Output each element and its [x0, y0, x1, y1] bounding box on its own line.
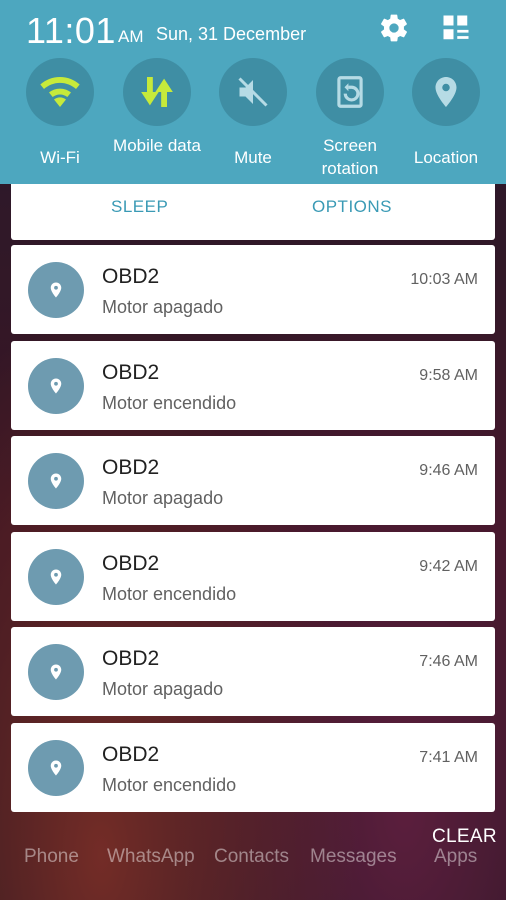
toggle-mobile-data-label: Mobile data	[113, 136, 201, 155]
notification-time: 7:46 AM	[419, 653, 478, 670]
dock-app-whatsapp[interactable]: WhatsApp	[107, 846, 195, 868]
edit-grid-icon[interactable]	[438, 10, 474, 46]
notification-title: OBD2	[102, 743, 160, 766]
notification-time: 9:58 AM	[419, 367, 478, 384]
settings-icon[interactable]	[376, 10, 412, 46]
quick-toggle-row: Wi-Fi Mobile data Mute Screen rotation L…	[0, 58, 506, 184]
clock-time: 11:01	[26, 10, 116, 51]
toggle-wifi[interactable]: Wi-Fi	[11, 58, 109, 184]
status-row: 11:01 AM Sun, 31 December	[0, 0, 506, 58]
toggle-mute[interactable]: Mute	[204, 58, 302, 184]
notification-body: Motor apagado	[102, 488, 224, 508]
notification-card[interactable]: OBD2 Motor apagado 7:46 AM	[11, 627, 495, 716]
toggle-screen-rotation-circle[interactable]	[316, 58, 384, 126]
location-icon	[28, 549, 84, 605]
location-icon	[435, 77, 457, 107]
notification-time: 10:03 AM	[410, 271, 478, 288]
toggle-wifi-circle[interactable]	[26, 58, 94, 126]
dock-app-messages[interactable]: Messages	[310, 846, 397, 868]
toggle-mute-circle[interactable]	[219, 58, 287, 126]
dock-app-contacts[interactable]: Contacts	[214, 846, 289, 868]
notification-title: OBD2	[102, 456, 160, 479]
notification-time: 9:46 AM	[419, 462, 478, 479]
location-icon	[28, 453, 84, 509]
clock-ampm: AM	[118, 27, 144, 46]
notification-card[interactable]: OBD2 Motor apagado 10:03 AM	[11, 245, 495, 334]
notification-body: Motor apagado	[102, 297, 224, 317]
location-icon	[28, 644, 84, 700]
notification-title: OBD2	[102, 361, 160, 384]
notification-title: OBD2	[102, 552, 160, 575]
notification-card[interactable]: OBD2 Motor apagado 9:46 AM	[11, 436, 495, 525]
toggle-screen-rotation-label: Screen rotation	[321, 136, 379, 178]
screen-rotation-icon	[337, 76, 363, 108]
toggle-mobile-data-circle[interactable]	[123, 58, 191, 126]
notification-card[interactable]: OBD2 Motor encendido 9:42 AM	[11, 532, 495, 621]
toggle-mute-label: Mute	[234, 148, 272, 167]
location-icon	[28, 740, 84, 796]
notification-body: Motor apagado	[102, 679, 224, 699]
dock-app-phone[interactable]: Phone	[24, 846, 79, 868]
toggle-screen-rotation[interactable]: Screen rotation	[301, 58, 399, 184]
date-label[interactable]: Sun, 31 December	[156, 24, 306, 45]
notification-body: Motor encendido	[102, 393, 237, 413]
notification-body: Motor encendido	[102, 775, 237, 795]
location-icon	[28, 358, 84, 414]
toggle-wifi-label: Wi-Fi	[40, 148, 80, 167]
notification-time: 9:42 AM	[419, 558, 478, 575]
options-button[interactable]: OPTIONS	[312, 184, 392, 230]
dock-app-apps[interactable]: Apps	[434, 846, 477, 868]
notification-card[interactable]: OBD2 Motor encendido 9:58 AM	[11, 341, 495, 430]
mobile-data-icon	[141, 77, 173, 107]
home-dock: Phone WhatsApp Contacts Messages Apps	[0, 820, 506, 900]
notification-body: Motor encendido	[102, 584, 237, 604]
notification-time: 7:41 AM	[419, 749, 478, 766]
toggle-location-label: Location	[413, 148, 479, 167]
sleep-button[interactable]: SLEEP	[111, 184, 168, 230]
quick-settings-panel: 11:01 AM Sun, 31 December Wi-Fi Mobile d…	[0, 0, 506, 184]
mute-icon	[238, 77, 268, 107]
notification-title: OBD2	[102, 265, 160, 288]
notification-card[interactable]: OBD2 Motor encendido 7:41 AM	[11, 723, 495, 812]
notification-title: OBD2	[102, 647, 160, 670]
notification-actions-bar: SLEEP OPTIONS	[11, 184, 495, 240]
toggle-location[interactable]: Location	[397, 58, 495, 184]
toggle-location-circle[interactable]	[412, 58, 480, 126]
wifi-icon	[40, 77, 80, 107]
location-icon	[28, 262, 84, 318]
toggle-mobile-data[interactable]: Mobile data	[108, 58, 206, 184]
clear-button[interactable]: CLEAR	[432, 826, 497, 848]
